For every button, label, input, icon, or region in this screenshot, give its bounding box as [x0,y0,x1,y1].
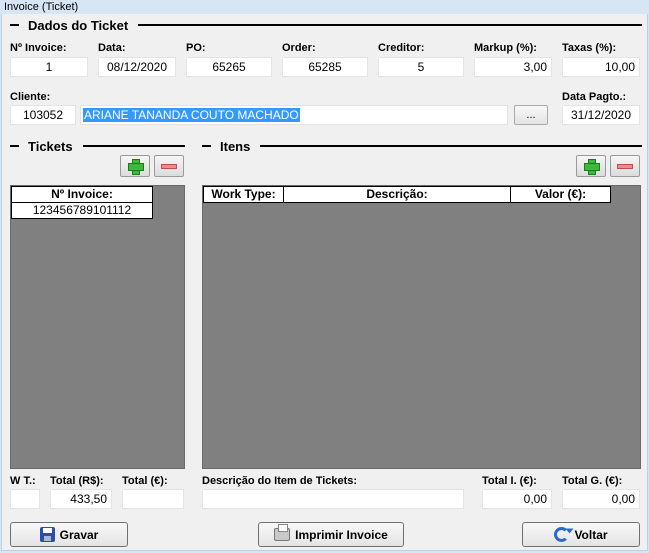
divider [10,24,19,26]
save-button-label: Gravar [59,527,99,542]
total-g-label: Total G. (€): [562,475,623,487]
total-i-label: Total I. (€): [482,475,537,487]
items-col-description[interactable]: Descrição: [283,186,511,203]
total-brl-field[interactable]: 433,50 [50,489,112,509]
order-field[interactable]: 65285 [282,57,368,77]
total-g-field[interactable]: 0,00 [562,489,640,509]
payment-date-label: Data Pagto.: [562,91,627,103]
items-col-value[interactable]: Valor (€): [510,186,611,203]
invoice-no-field[interactable]: 1 [10,57,88,77]
markup-label: Markup (%): [474,42,537,54]
back-button[interactable]: Voltar [522,522,640,547]
back-arrow-icon [554,527,570,542]
back-button-label: Voltar [574,527,608,542]
creditor-label: Creditor: [378,42,425,54]
minus-icon [617,163,633,169]
client-lookup-button[interactable]: ... [514,105,548,125]
ticket-section-title: Dados do Ticket [28,17,129,33]
creditor-field[interactable]: 5 [378,57,464,77]
tickets-col-invoice[interactable]: Nº Invoice: [11,186,153,203]
divider [138,24,642,26]
printer-icon [274,524,291,541]
plus-icon [128,159,144,175]
print-invoice-button[interactable]: Imprimir Invoice [258,522,404,547]
item-desc-label: Descrição do Item de Tickets: [202,475,358,487]
main-panel: Dados do Ticket Nº Invoice: Data: PO: Or… [1,14,648,551]
client-name-field[interactable]: ARIANE TANANDA COUTO MACHADO [80,105,508,125]
client-label: Cliente: [10,91,51,103]
divider [260,145,642,147]
wt-label: W T.: [10,475,36,487]
po-field[interactable]: 65265 [186,57,272,77]
remove-item-button[interactable] [610,155,640,177]
total-i-field[interactable]: 0,00 [482,489,552,509]
taxes-field[interactable]: 10,00 [562,57,640,77]
total-brl-label: Total (R$): [50,475,104,487]
client-code-field[interactable]: 103052 [10,105,76,125]
floppy-disk-icon [39,527,55,542]
total-eur-label: Total (€): [122,475,168,487]
table-row[interactable]: 123456789101112 [11,203,153,219]
save-button[interactable]: Gravar [10,522,128,547]
add-ticket-button[interactable] [120,155,150,177]
ticket-section-header: Dados do Ticket [10,17,642,33]
order-label: Order: [282,42,316,54]
date-label: Data: [98,42,126,54]
total-eur-field[interactable] [122,489,184,509]
tickets-section-title: Tickets [28,138,73,154]
items-section-title: Itens [220,138,251,154]
plus-icon [584,159,600,175]
window-title: Invoice (Ticket) [0,0,649,14]
divider [82,145,185,147]
tickets-grid[interactable]: Nº Invoice: 123456789101112 [10,185,185,469]
items-grid[interactable]: Work Type: Descrição: Valor (€): [202,185,641,469]
item-desc-field[interactable] [202,489,464,509]
minus-icon [161,163,177,169]
taxes-label: Taxas (%): [562,42,617,54]
remove-ticket-button[interactable] [154,155,184,177]
client-name-text: ARIANE TANANDA COUTO MACHADO [83,108,300,122]
items-col-work-type[interactable]: Work Type: [203,186,284,203]
wt-field[interactable] [10,489,40,509]
markup-field[interactable]: 3,00 [474,57,552,77]
invoice-no-label: Nº Invoice: [10,42,67,54]
divider [202,145,211,147]
divider [10,145,19,147]
print-invoice-button-label: Imprimir Invoice [295,527,388,542]
add-item-button[interactable] [576,155,606,177]
tickets-section-header: Tickets [10,138,185,154]
po-label: PO: [186,42,206,54]
date-field[interactable]: 08/12/2020 [98,57,176,77]
payment-date-field[interactable]: 31/12/2020 [562,105,640,125]
items-section-header: Itens [202,138,642,154]
